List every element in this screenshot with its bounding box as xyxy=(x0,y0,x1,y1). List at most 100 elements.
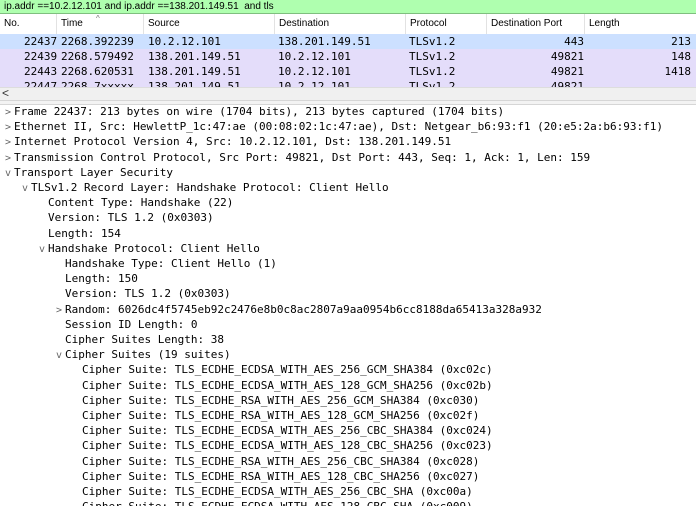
expand-right-icon[interactable]: > xyxy=(2,135,14,150)
detail-tree-item[interactable]: > Internet Protocol Version 4, Src: 10.2.… xyxy=(2,134,451,149)
detail-tree-item[interactable]: > Ethernet II, Src: HewlettP_1c:47:ae (00… xyxy=(2,119,663,134)
detail-tree-item[interactable]: Version: TLS 1.2 (0x0303) xyxy=(53,286,231,301)
scroll-left-icon[interactable]: < xyxy=(2,86,9,100)
display-filter-bar[interactable] xyxy=(0,0,696,14)
packet-time: 2268.620531 xyxy=(61,65,134,78)
packet-row[interactable]: 22447 2268.7xxxxx 138.201.149.51 10.2.12… xyxy=(0,79,696,87)
detail-tree-item[interactable]: Cipher Suite: TLS_ECDHE_ECDSA_WITH_AES_1… xyxy=(70,378,493,393)
detail-tree-item[interactable]: v Cipher Suites (19 suites) xyxy=(53,347,231,362)
packet-destination: 10.2.12.101 xyxy=(278,80,351,87)
detail-tree-label: Ethernet II, Src: HewlettP_1c:47:ae (00:… xyxy=(14,120,664,134)
detail-tree-item[interactable]: Cipher Suite: TLS_ECDHE_RSA_WITH_AES_128… xyxy=(70,408,479,423)
detail-tree-item[interactable]: v TLSv1.2 Record Layer: Handshake Protoco… xyxy=(19,180,389,195)
detail-tree-item[interactable]: v Transport Layer Security xyxy=(2,165,173,180)
packet-details-tree[interactable]: > Frame 22437: 213 bytes on wire (1704 bi… xyxy=(0,104,696,506)
packet-time: 2268.579492 xyxy=(61,50,134,63)
packet-no: 22443 xyxy=(24,65,58,78)
detail-tree-item[interactable]: Cipher Suite: TLS_ECDHE_RSA_WITH_AES_128… xyxy=(70,469,479,484)
packet-length: 148 xyxy=(671,50,691,63)
detail-tree-item[interactable]: Length: 150 xyxy=(53,271,138,286)
detail-tree-label: Handshake Protocol: Client Hello xyxy=(48,241,260,255)
detail-tree-label: Internet Protocol Version 4, Src: 10.2.1… xyxy=(14,135,452,149)
packet-no: 22447 xyxy=(24,80,58,87)
detail-tree-label: Handshake Type: Client Hello (1) xyxy=(65,257,277,270)
packet-protocol: TLSv1.2 xyxy=(409,80,456,87)
packet-dport: 49821 xyxy=(550,80,584,87)
packet-no: 22437 xyxy=(24,35,58,48)
detail-tree-label: TLSv1.2 Record Layer: Handshake Protocol… xyxy=(31,181,389,194)
packet-row[interactable]: 22443 2268.620531 138.201.149.51 10.2.12… xyxy=(0,64,696,79)
column-header-source[interactable]: Source xyxy=(144,14,275,34)
packet-time: 2268.392239 xyxy=(61,35,134,48)
packet-destination: 138.201.149.51 xyxy=(278,35,371,48)
detail-tree-label: Cipher Suite: TLS_ECDHE_ECDSA_WITH_AES_2… xyxy=(82,363,493,377)
expand-down-icon[interactable]: v xyxy=(53,348,65,363)
detail-tree-label: Frame 22437: 213 bytes on wire (1704 bit… xyxy=(14,105,505,118)
detail-tree-item[interactable]: Handshake Type: Client Hello (1) xyxy=(53,256,277,271)
detail-tree-label: Cipher Suite: TLS_ECDHE_RSA_WITH_AES_256… xyxy=(82,393,480,407)
packet-list-header: No. Time ^ Source Destination Protocol D… xyxy=(0,14,696,35)
detail-tree-item[interactable]: Cipher Suite: TLS_ECDHE_RSA_WITH_AES_256… xyxy=(70,393,479,408)
detail-tree-item[interactable]: Cipher Suites Length: 38 xyxy=(53,332,224,347)
detail-tree-label: Cipher Suite: TLS_ECDHE_RSA_WITH_AES_256… xyxy=(82,454,480,468)
detail-tree-label: Cipher Suite: TLS_ECDHE_ECDSA_WITH_AES_1… xyxy=(82,378,493,392)
column-header-length[interactable]: Length xyxy=(585,14,696,34)
detail-tree-item[interactable]: Length: 154 xyxy=(36,226,121,241)
packet-list[interactable]: No. Time ^ Source Destination Protocol D… xyxy=(0,14,696,100)
detail-tree-item[interactable]: > Frame 22437: 213 bytes on wire (1704 bi… xyxy=(2,104,504,119)
detail-tree-label: Cipher Suites Length: 38 xyxy=(65,333,224,346)
detail-tree-item[interactable]: Content Type: Handshake (22) xyxy=(36,195,233,210)
expand-right-icon[interactable]: > xyxy=(2,120,14,135)
expand-right-icon[interactable]: > xyxy=(2,105,14,120)
detail-tree-item[interactable]: Cipher Suite: TLS_ECDHE_RSA_WITH_AES_256… xyxy=(70,454,479,469)
packet-source: 10.2.12.101 xyxy=(148,35,221,48)
column-header-time[interactable]: Time xyxy=(57,14,144,34)
column-header-protocol[interactable]: Protocol xyxy=(406,14,487,34)
detail-tree-item[interactable]: > Transmission Control Protocol, Src Port… xyxy=(2,150,590,165)
detail-tree-label: Cipher Suite: TLS_ECDHE_ECDSA_WITH_AES_1… xyxy=(82,500,473,506)
packet-protocol: TLSv1.2 xyxy=(409,35,456,48)
detail-tree-item[interactable]: Cipher Suite: TLS_ECDHE_ECDSA_WITH_AES_2… xyxy=(70,484,473,499)
packet-protocol: TLSv1.2 xyxy=(409,50,456,63)
packet-dport: 443 xyxy=(564,35,584,48)
detail-tree-label: Transport Layer Security xyxy=(14,165,173,179)
packet-row[interactable]: 22437 2268.392239 10.2.12.101 138.201.14… xyxy=(0,34,696,49)
expand-right-icon[interactable]: > xyxy=(53,303,65,318)
expand-down-icon[interactable]: v xyxy=(36,242,48,257)
expand-down-icon[interactable]: v xyxy=(2,166,14,181)
packet-source: 138.201.149.51 xyxy=(148,80,241,87)
expand-down-icon[interactable]: v xyxy=(19,181,31,196)
detail-tree-label: Length: 150 xyxy=(65,272,138,286)
detail-tree-label: Length: 154 xyxy=(48,226,121,240)
display-filter-input[interactable] xyxy=(0,0,684,13)
expand-right-icon[interactable]: > xyxy=(2,151,14,166)
detail-tree-item[interactable]: Version: TLS 1.2 (0x0303) xyxy=(36,210,214,225)
sort-ascending-icon: ^ xyxy=(96,14,100,23)
detail-tree-item[interactable]: Cipher Suite: TLS_ECDHE_ECDSA_WITH_AES_2… xyxy=(70,362,493,377)
detail-tree-label: Random: 6026dc4f5745eb92c2476e8b0c8ac280… xyxy=(65,302,542,316)
packet-source: 138.201.149.51 xyxy=(148,65,241,78)
packet-list-horizontal-scrollbar[interactable]: < xyxy=(0,86,696,100)
column-header-destination-port[interactable]: Destination Port xyxy=(487,14,585,34)
detail-tree-item[interactable]: Session ID Length: 0 xyxy=(53,317,197,332)
column-header-no[interactable]: No. xyxy=(0,14,57,34)
packet-row[interactable]: 22439 2268.579492 138.201.149.51 10.2.12… xyxy=(0,49,696,64)
detail-tree-item[interactable]: Cipher Suite: TLS_ECDHE_ECDSA_WITH_AES_1… xyxy=(70,438,493,453)
detail-tree-label: Content Type: Handshake (22) xyxy=(48,196,234,210)
packet-no: 22439 xyxy=(24,50,58,63)
detail-tree-label: Cipher Suites (19 suites) xyxy=(65,348,231,362)
packet-destination: 10.2.12.101 xyxy=(278,50,351,63)
packet-protocol: TLSv1.2 xyxy=(409,65,456,78)
detail-tree-item[interactable]: v Handshake Protocol: Client Hello xyxy=(36,241,260,256)
detail-tree-item[interactable]: > Random: 6026dc4f5745eb92c2476e8b0c8ac28… xyxy=(53,302,542,317)
detail-tree-label: Cipher Suite: TLS_ECDHE_RSA_WITH_AES_128… xyxy=(82,409,480,422)
detail-tree-label: Cipher Suite: TLS_ECDHE_ECDSA_WITH_AES_2… xyxy=(82,424,493,438)
detail-tree-label: Transmission Control Protocol, Src Port:… xyxy=(14,150,591,164)
packet-source: 138.201.149.51 xyxy=(148,50,241,63)
detail-tree-item[interactable]: Cipher Suite: TLS_ECDHE_ECDSA_WITH_AES_1… xyxy=(70,499,473,506)
detail-tree-item[interactable]: Cipher Suite: TLS_ECDHE_ECDSA_WITH_AES_2… xyxy=(70,423,493,438)
column-header-destination[interactable]: Destination xyxy=(275,14,406,34)
packet-time: 2268.7xxxxx xyxy=(61,80,134,87)
detail-tree-label: Session ID Length: 0 xyxy=(65,317,198,331)
detail-tree-label: Cipher Suite: TLS_ECDHE_ECDSA_WITH_AES_2… xyxy=(82,485,473,498)
